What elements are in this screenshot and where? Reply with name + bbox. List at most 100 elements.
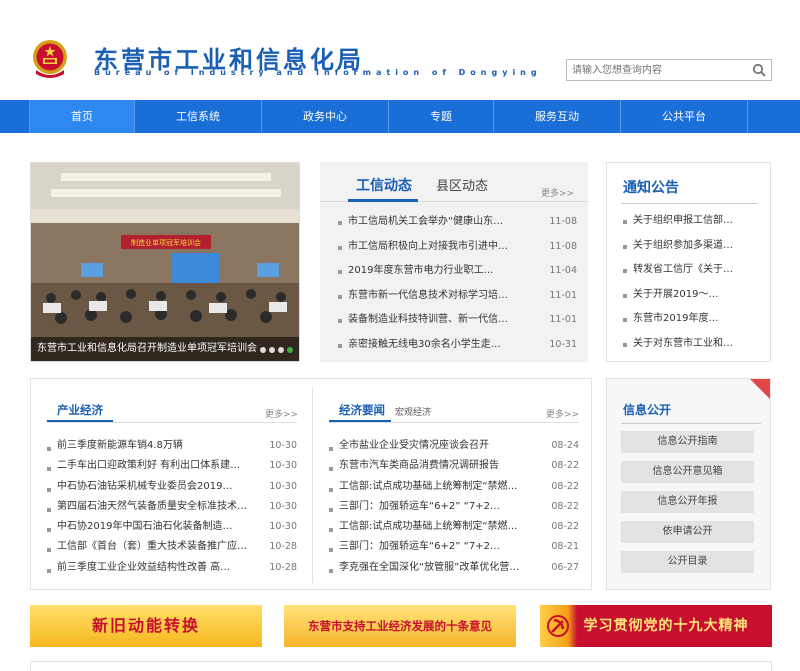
industry-item[interactable]: 中石协2019年中国石油石化装备制造… 10-30 [45,517,297,537]
economy-item[interactable]: 李克强在全国深化“放管服”改革优化营… 06-27 [327,558,579,578]
news-item-date: 11-01 [549,289,577,301]
news-item[interactable]: 东营市新一代信息技术对标学习培… 11-01 [336,284,577,309]
economy-item[interactable]: 三部门：加强轿运车“6+2” “7+2… 08-21 [327,537,579,557]
industry-item-title: 中石协2019年中国石油石化装备制造… [57,521,233,533]
nav-item-service[interactable]: 服务互动 [494,100,621,133]
footer-section-edge [30,661,772,671]
notice-item-title: 转发省工信厅《关于… [633,264,733,275]
news-slideshow[interactable]: 制造业单项冠军培训会 东营市工业和信息化局召开制造业单项冠军培训会 [30,162,300,362]
notice-list: 关于组织申报工信部… 关于组织参加多渠道… 转发省工信厅《关于… 关于开展2019～…… [621,209,761,356]
news-tabs: 工信动态 县区动态 更多>> [320,162,588,202]
site-header: 东营市工业和信息化局 Bureau of Industry and Inform… [0,0,800,100]
slide-dot-1[interactable] [260,347,266,353]
economy-item[interactable]: 全市盐业企业受灾情况座谈会召开 08-24 [327,436,579,456]
news-item[interactable]: 2019年度东营市电力行业职工… 11-04 [336,259,577,284]
industry-item[interactable]: 工信部《首台（套）重大技术装备推广应… 10-28 [45,537,297,557]
economy-panel: 产业经济 更多>> 前三季度新能源车销4.8万辆 10-30 二手车出口迎政策利好 … [30,378,592,590]
banner-new-old-kinetic[interactable]: 新旧动能转换 [30,605,262,647]
economy-divider [329,422,579,423]
news-item[interactable]: 市工信局积极向上对接我市引进中… 11-08 [336,235,577,260]
industry-item-date: 10-30 [269,480,297,492]
nav-item-gov-center[interactable]: 政务中心 [262,100,389,133]
news-item-title: 装备制造业科技特训营、新一代信… [348,314,508,326]
notice-item[interactable]: 关于组织参加多渠道… [621,234,761,259]
industry-list: 前三季度新能源车销4.8万辆 10-30 二手车出口迎政策利好 有利出口体系建… 10… [45,436,297,578]
tab-macro-economy[interactable]: 宏观经济 [395,405,431,418]
info-guide-button[interactable]: 信息公开指南 [621,431,754,453]
slide-dot-3[interactable] [278,347,284,353]
industry-item[interactable]: 前三季度工业企业效益结构性改善 高… 10-28 [45,558,297,578]
info-public-panel: 信息公开 信息公开指南 信息公开意见箱 信息公开年报 依申请公开 公开目录 [606,378,771,590]
economy-item-date: 08-22 [551,460,579,472]
banner-nineteenth-congress[interactable]: 学习贯彻党的十九大精神 [540,605,772,647]
column-divider [312,387,313,583]
info-request-button[interactable]: 依申请公开 [621,521,754,543]
slide-caption[interactable]: 东营市工业和信息化局召开制造业单项冠军培训会 [31,337,299,361]
news-more-link[interactable]: 更多>> [541,186,574,199]
news-item-title: 2019年度东营市电力行业职工… [348,265,494,277]
search-input[interactable] [567,60,745,80]
notice-divider [621,203,757,204]
news-item-title: 亲密接触无线电30余名小学生走… [348,338,501,350]
notice-item[interactable]: 关于组织申报工信部… [621,209,761,234]
notice-item-title: 关于组织参加多渠道… [633,239,733,251]
economy-title[interactable]: 经济要闻 [339,402,385,418]
search-box [566,59,772,81]
industry-item-title: 第四届石油天然气装备质量安全标准技术… [57,500,247,512]
info-public-title[interactable]: 信息公开 [623,401,671,418]
nav-spacer-right [748,100,800,133]
economy-item-date: 06-27 [551,561,579,573]
economy-item-title: 三部门：加强轿运车“6+2” “7+2… [339,541,500,553]
national-emblem-icon[interactable] [30,38,70,80]
banner-new-old-kinetic-text: 新旧动能转换 [91,616,200,635]
notice-item[interactable]: 东营市2019年度… [621,307,761,332]
industry-item-date: 10-30 [269,460,297,472]
economy-item[interactable]: 工信部:试点成功基础上统筹制定“禁燃… 08-22 [327,477,579,497]
notice-title[interactable]: 通知公告 [623,177,679,197]
economy-item[interactable]: 三部门：加强轿运车“6+2” “7+2… 08-22 [327,497,579,517]
nav-item-topics[interactable]: 专题 [389,100,494,133]
economy-item[interactable]: 东营市汽车类商品消费情况调研报告 08-22 [327,456,579,476]
news-panel: 工信动态 县区动态 更多>> 市工信局机关工会举办“健康山东… 11-08 市工信局… [320,162,588,362]
news-item[interactable]: 装备制造业科技特训营、新一代信… 11-01 [336,308,577,333]
nav-item-platform[interactable]: 公共平台 [621,100,748,133]
notice-item[interactable]: 关于开展2019～… [621,283,761,308]
slide-dot-4[interactable] [287,347,293,353]
slide-photo: 制造业单项冠军培训会 [31,163,299,361]
economy-more-link[interactable]: 更多>> [546,407,579,420]
industry-item-title: 前三季度新能源车销4.8万辆 [57,440,183,451]
info-feedback-button[interactable]: 信息公开意见箱 [621,461,754,483]
nav-item-home[interactable]: 首页 [30,100,135,133]
industry-item-date: 10-30 [269,521,297,533]
info-catalog-button[interactable]: 公开目录 [621,551,754,573]
industry-item-title: 二手车出口迎政策利好 有利出口体系建… [57,460,241,472]
industry-item[interactable]: 二手车出口迎政策利好 有利出口体系建… 10-30 [45,456,297,476]
industry-item[interactable]: 中石协石油钻采机械专业委员会2019… 10-30 [45,477,297,497]
economy-item-title: 三部门：加强轿运车“6+2” “7+2… [339,500,500,512]
slide-banner-text: 制造业单项冠军培训会 [131,238,201,247]
industry-divider [47,422,297,423]
industry-item[interactable]: 前三季度新能源车销4.8万辆 10-30 [45,436,297,456]
economy-item-title: 李克强在全国深化“放管服”改革优化营… [339,561,520,573]
industry-title[interactable]: 产业经济 [57,402,103,418]
nav-item-system[interactable]: 工信系统 [135,100,262,133]
notice-item[interactable]: 关于对东营市工业和… [621,332,761,357]
industry-item[interactable]: 第四届石油天然气装备质量安全标准技术… 10-30 [45,497,297,517]
news-item[interactable]: 市工信局机关工会举办“健康山东… 11-08 [336,210,577,235]
search-icon[interactable] [752,63,766,77]
industry-item-date: 10-30 [269,500,297,512]
economy-item-title: 东营市汽车类商品消费情况调研报告 [339,460,499,472]
slide-dots [260,347,293,353]
banner-industry-ten-measures[interactable]: 东营市支持工业经济发展的十条意见 [284,605,516,647]
tab-county-news[interactable]: 县区动态 [436,175,488,194]
economy-item-date: 08-22 [551,480,579,492]
notice-item[interactable]: 转发省工信厅《关于… [621,258,761,283]
notice-item-title: 关于组织申报工信部… [633,215,733,226]
economy-item[interactable]: 工信部:试点成功基础上统筹制定“禁燃… 08-22 [327,517,579,537]
tab-work-news[interactable]: 工信动态 [356,175,412,195]
slide-dot-2[interactable] [269,347,275,353]
industry-item-title: 中石协石油钻采机械专业委员会2019… [57,480,233,492]
news-item[interactable]: 亲密接触无线电30余名小学生走… 10-31 [336,333,577,358]
info-annual-report-button[interactable]: 信息公开年报 [621,491,754,513]
industry-more-link[interactable]: 更多>> [265,407,298,420]
